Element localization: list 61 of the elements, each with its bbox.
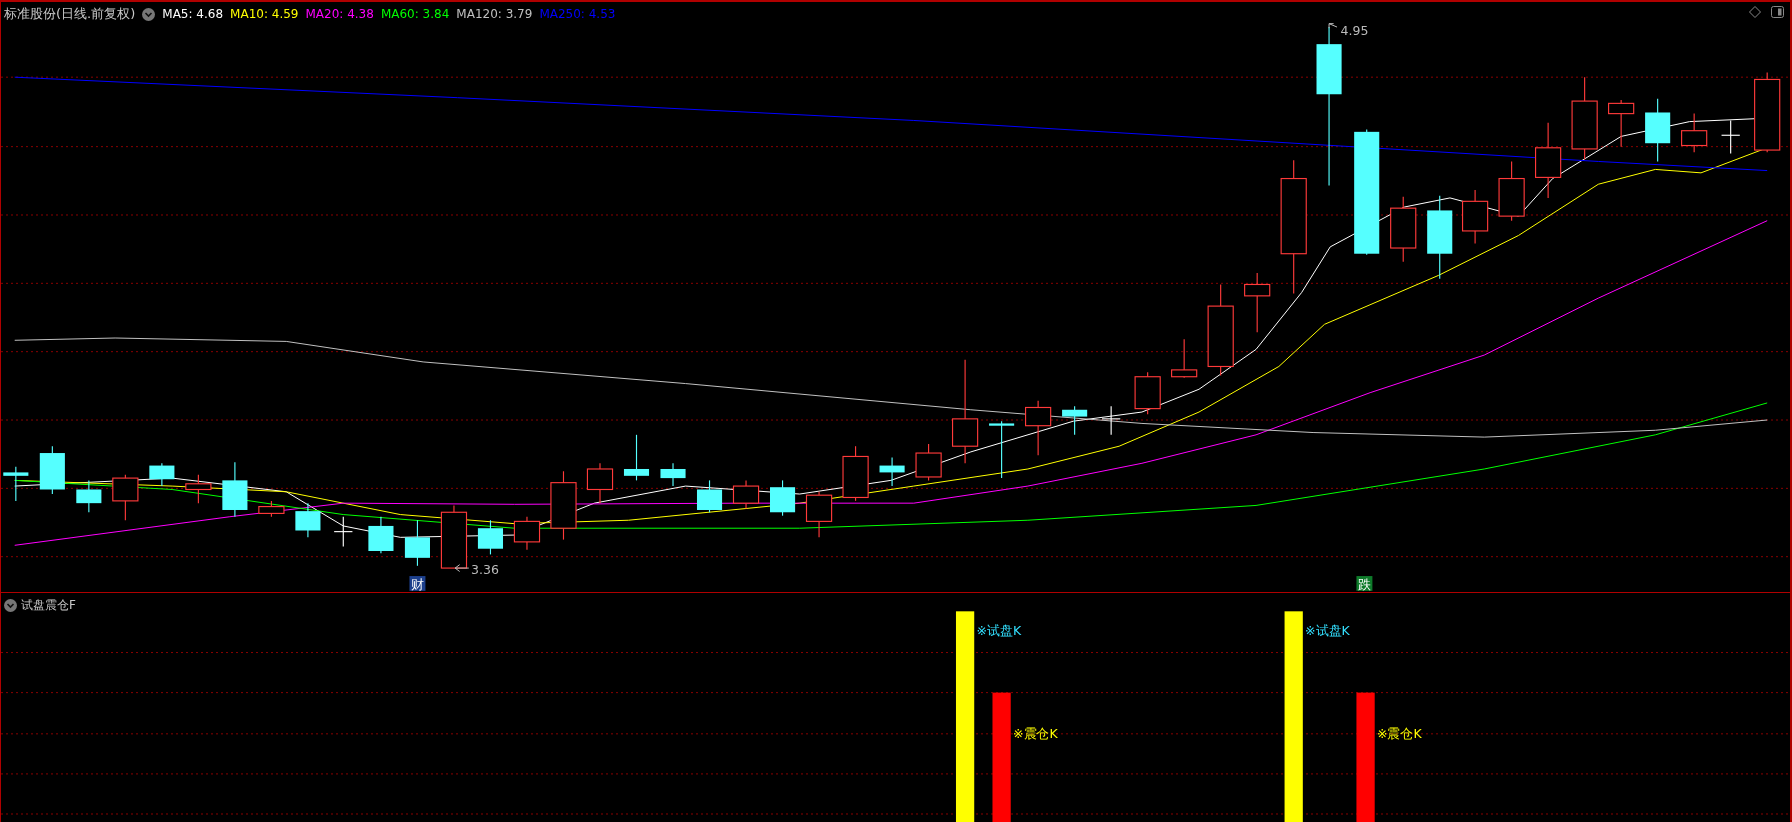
candlestick [39, 445, 65, 495]
panel-toggle-icon[interactable] [1771, 6, 1784, 18]
low-price-label: 3.36 [471, 561, 499, 577]
candlestick [1025, 400, 1052, 456]
candlestick [368, 516, 394, 554]
high-marker-arrow [1328, 23, 1338, 29]
candlestick [76, 479, 102, 513]
candlestick [1171, 338, 1198, 379]
candlestick [770, 479, 796, 517]
candlestick [1681, 113, 1708, 153]
signal-label: ※试盘K [976, 623, 1022, 639]
candlestick [258, 500, 285, 518]
candlestick [697, 479, 723, 513]
event-tag[interactable]: 财 [410, 576, 424, 592]
candlestick [1645, 98, 1671, 163]
moving-average-value: MA20: 4.38 [305, 7, 374, 21]
candlestick [513, 516, 541, 551]
candlestick [1244, 272, 1271, 333]
indicator-title: 试盘震仓F [21, 597, 76, 614]
candlestick [149, 462, 175, 487]
dropdown-icon[interactable] [4, 599, 17, 612]
moving-average-value: MA60: 3.84 [380, 7, 450, 21]
signal-label: ※震仓K [1013, 726, 1058, 742]
candlestick [477, 519, 503, 555]
candlestick [879, 457, 905, 487]
candlestick [185, 474, 212, 504]
candlestick [805, 491, 833, 538]
candlestick [1608, 99, 1635, 148]
candlestick [1390, 196, 1417, 263]
candlestick [295, 502, 321, 538]
candlestick [222, 461, 248, 518]
candlestick [915, 443, 942, 481]
candlestick [1498, 160, 1525, 222]
candlestick [989, 420, 1015, 479]
candlestick [333, 516, 353, 547]
candlestick [586, 462, 614, 504]
moving-average-value: MA10: 4.59 [230, 7, 299, 21]
candlestick [1134, 371, 1161, 415]
candlestick [660, 462, 686, 487]
candlestick [1720, 119, 1741, 155]
candlestick [550, 470, 577, 541]
candlestick [1462, 189, 1489, 245]
candlestick [842, 445, 869, 502]
candlestick [732, 479, 760, 510]
event-tag[interactable]: 跌 [1357, 576, 1371, 592]
candlestick [623, 434, 650, 481]
candlestick [3, 466, 29, 502]
moving-average-value: MA5: 4.68 [162, 7, 224, 21]
candlestick [440, 504, 468, 569]
candlestick [404, 519, 430, 567]
signal-label: ※震仓K [1377, 726, 1422, 742]
stock-title: 标准股份(日线.前复权) [4, 5, 136, 23]
high-price-label: 4.95 [1340, 23, 1369, 39]
signal-label: ※试盘K [1305, 623, 1350, 639]
candlestick [112, 474, 139, 521]
candlestick [1101, 405, 1121, 436]
dropdown-icon[interactable] [142, 7, 156, 21]
moving-average-value: MA250: 4.53 [539, 7, 616, 21]
moving-average-value: MA120: 3.79 [456, 7, 533, 21]
low-marker-arrow [454, 564, 470, 572]
candlestick [1062, 405, 1088, 436]
